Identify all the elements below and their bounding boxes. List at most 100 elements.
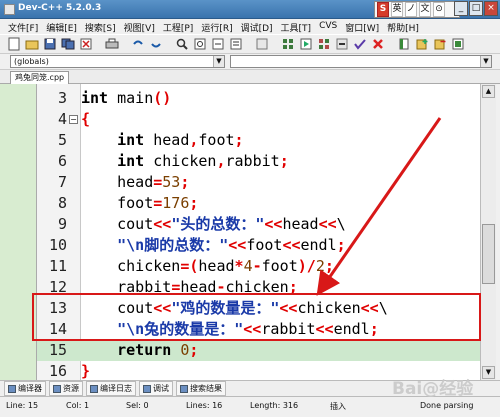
code-text: { [81, 110, 91, 128]
chevron-down-icon[interactable]: ▼ [480, 56, 491, 67]
menu-debug[interactable]: 调试[D] [237, 19, 277, 34]
line-number: 7 [57, 173, 67, 191]
rebuild-icon[interactable] [334, 36, 350, 52]
fold-toggle-icon[interactable]: − [69, 115, 78, 124]
chevron-down-icon[interactable]: ▼ [213, 56, 224, 67]
close-button[interactable]: × [484, 1, 498, 16]
debug-icon [143, 384, 151, 393]
line-number: 8 [57, 194, 67, 212]
status-sel: Sel: 0 [126, 401, 149, 410]
app-icon [4, 4, 15, 15]
stop-icon[interactable] [370, 36, 386, 52]
resources-icon [53, 384, 61, 393]
new-project-icon[interactable] [396, 36, 412, 52]
goto-icon[interactable] [228, 36, 244, 52]
menu-cvs[interactable]: CVS [315, 19, 341, 34]
menu-bar: 文件[F] 编辑[E] 搜索[S] 视图[V] 工程[P] 运行[R] 调试[D… [0, 19, 500, 34]
code-text: } [81, 362, 91, 380]
check-icon[interactable] [352, 36, 368, 52]
menu-search[interactable]: 搜索[S] [81, 19, 120, 34]
ime-text-toggle[interactable]: 文 [419, 2, 431, 17]
status-message: Done parsing [420, 401, 474, 410]
code-line: 9 cout<<"头的总数："<<head<<\ [37, 214, 480, 235]
status-bar: Line: 15 Col: 1 Sel: 0 Lines: 16 Length:… [0, 396, 500, 417]
scroll-down-icon[interactable]: ▼ [482, 366, 495, 379]
search-results-icon [180, 384, 188, 393]
ime-lang-toggle[interactable]: 英 [391, 2, 403, 17]
scope-select[interactable]: (globals) ▼ [10, 55, 225, 68]
open-icon[interactable] [24, 36, 40, 52]
tab-file[interactable]: 鸡兔同笼.cpp [10, 71, 70, 84]
menu-project[interactable]: 工程[P] [159, 19, 197, 34]
class-browser-bar: (globals) ▼ ▼ [0, 54, 500, 70]
redo-icon[interactable] [148, 36, 164, 52]
save-all-icon[interactable] [60, 36, 76, 52]
baidu-watermark: Bai@经验 [392, 379, 474, 399]
member-select[interactable]: ▼ [230, 55, 492, 68]
tab-search-results[interactable]: 搜索结果 [176, 381, 226, 396]
ime-toolbar[interactable]: S 英 ノ 文 ⊙ [374, 1, 460, 18]
menu-tools[interactable]: 工具[T] [277, 19, 316, 34]
code-line: 10 "\n脚的总数："<<foot<<endl; [37, 235, 480, 256]
code-line: 6 int chicken,rabbit; [37, 151, 480, 172]
new-icon[interactable] [6, 36, 22, 52]
code-text: "\n脚的总数："<<foot<<endl; [117, 236, 346, 254]
line-number: 3 [57, 89, 67, 107]
menu-window[interactable]: 窗口[W] [341, 19, 383, 34]
menu-view[interactable]: 视图[V] [120, 19, 159, 34]
menu-run[interactable]: 运行[R] [197, 19, 236, 34]
title-bar: Dev-C++ 5.2.0.3 S 英 ノ 文 ⊙ _ □ × [0, 0, 500, 19]
scope-value: (globals) [14, 57, 49, 66]
code-line: 4 − { [37, 109, 480, 130]
code-text: int main() [81, 89, 172, 107]
replace-icon[interactable] [192, 36, 208, 52]
code-text: chicken=(head*4-foot)/2; [81, 257, 334, 275]
line-number: 11 [48, 257, 67, 275]
scroll-up-icon[interactable]: ▲ [482, 85, 495, 98]
tab-compile-log[interactable]: 编译日志 [86, 381, 136, 396]
options-icon[interactable] [450, 36, 466, 52]
close-file-icon[interactable] [78, 36, 94, 52]
run-icon[interactable] [298, 36, 314, 52]
status-length: Length: 316 [250, 401, 299, 410]
maximize-button[interactable]: □ [469, 1, 483, 16]
ime-settings-icon[interactable]: ⊙ [433, 2, 445, 17]
remove-file-icon[interactable] [432, 36, 448, 52]
print-icon[interactable] [104, 36, 120, 52]
line-number: 6 [57, 152, 67, 170]
line-number: 4 [57, 110, 67, 128]
compile-log-icon [90, 384, 98, 393]
code-text: head=53; [81, 173, 190, 191]
status-lines: Lines: 16 [186, 401, 223, 410]
tab-resources[interactable]: 资源 [49, 381, 83, 396]
line-number: 16 [48, 362, 67, 380]
tab-compiler[interactable]: 编译器 [4, 381, 46, 396]
line-number: 15 [48, 341, 67, 359]
annotation-highlight-box [32, 293, 481, 341]
undo-icon[interactable] [130, 36, 146, 52]
line-number: 5 [57, 131, 67, 149]
status-insert-mode: 插入 [330, 402, 346, 411]
compile-run-icon[interactable] [316, 36, 332, 52]
status-col: Col: 1 [66, 401, 90, 410]
menu-help[interactable]: 帮助[H] [383, 19, 423, 34]
main-toolbar [0, 34, 500, 54]
scroll-thumb[interactable] [482, 224, 495, 284]
indent-icon[interactable] [254, 36, 270, 52]
menu-edit[interactable]: 编辑[E] [42, 19, 81, 34]
tab-debug[interactable]: 调试 [139, 381, 173, 396]
ime-logo-icon[interactable]: S [377, 2, 389, 17]
ime-punct-toggle[interactable]: ノ [405, 2, 417, 17]
current-code-line: 15 return 0; [37, 340, 480, 361]
code-text: foot=176; [81, 194, 199, 212]
editor-tab-bar: 鸡兔同笼.cpp [0, 70, 500, 84]
code-line: 11 chicken=(head*4-foot)/2; [37, 256, 480, 277]
find-next-icon[interactable] [210, 36, 226, 52]
minimize-button[interactable]: _ [454, 1, 468, 16]
compile-icon[interactable] [280, 36, 296, 52]
vertical-scrollbar[interactable]: ▲ ▼ [480, 84, 496, 380]
menu-file[interactable]: 文件[F] [4, 19, 42, 34]
find-icon[interactable] [174, 36, 190, 52]
save-icon[interactable] [42, 36, 58, 52]
add-file-icon[interactable] [414, 36, 430, 52]
